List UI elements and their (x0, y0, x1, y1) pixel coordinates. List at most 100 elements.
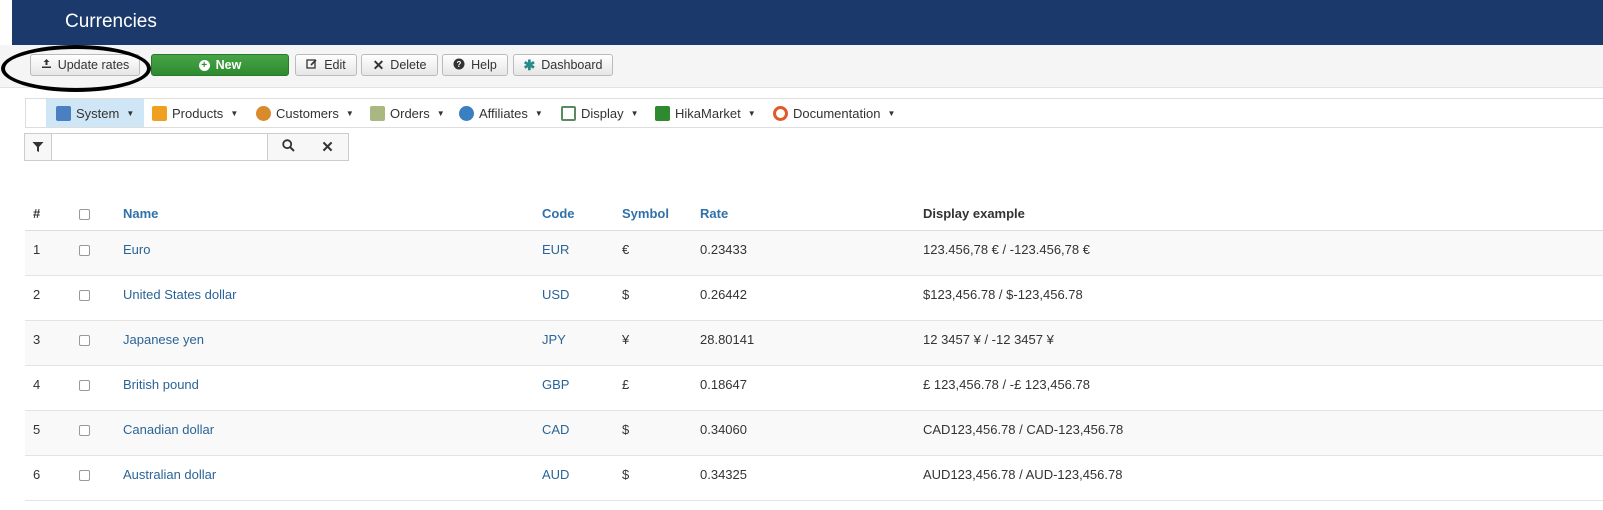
menu-item-hikamarket[interactable]: HikaMarket ▼ (655, 99, 756, 127)
menu-item-label: Customers (276, 105, 339, 121)
table-row: 2 United States dollar USD $0.26442 $123,456… (25, 276, 1603, 321)
dashboard-button[interactable]: ✱ Dashboard (513, 54, 613, 76)
caret-down-icon: ▼ (126, 108, 135, 118)
search-button[interactable] (267, 134, 309, 160)
currency-rate: 0.18647 (700, 377, 747, 392)
table-body: 1 Euro EUR €0.23433 123.456,78 € / -123.456,… (25, 231, 1603, 501)
edit-button[interactable]: Edit (295, 54, 357, 76)
currency-symbol: $ (622, 422, 630, 437)
table-row: 3 Japanese yen JPY ¥28.80141 12 3457 ¥ / -12… (25, 321, 1603, 366)
currency-code-link[interactable]: CAD (542, 422, 569, 437)
display-example: £ 123,456.78 / -£ 123,456.78 (923, 377, 1090, 392)
header-code[interactable]: Code (542, 206, 575, 221)
currency-rate: 0.23433 (700, 242, 747, 257)
row-number: 3 (33, 332, 41, 347)
currency-name-link[interactable]: British pound (123, 377, 199, 392)
row-number: 4 (33, 377, 41, 392)
row-checkbox[interactable] (79, 425, 90, 436)
close-icon: ✕ (321, 139, 334, 156)
caret-down-icon: ▼ (534, 108, 543, 118)
caret-down-icon: ▼ (345, 108, 354, 118)
help-icon: ? (453, 58, 465, 73)
currency-code-link[interactable]: AUD (542, 467, 569, 482)
row-checkbox[interactable] (79, 470, 90, 481)
currency-rate: 28.80141 (700, 332, 755, 347)
header-name[interactable]: Name (123, 206, 158, 221)
currency-code-link[interactable]: JPY (542, 332, 566, 347)
menu-item-display[interactable]: Display ▼ (561, 99, 639, 127)
menu-item-products[interactable]: Products ▼ (152, 99, 238, 127)
currency-code-link[interactable]: USD (542, 287, 569, 302)
currency-rate: 0.34060 (700, 422, 747, 437)
currency-symbol: £ (622, 377, 630, 392)
menu-item-label: Products (172, 105, 224, 121)
header-rate[interactable]: Rate (700, 206, 728, 221)
menu-item-label: Orders (390, 105, 430, 121)
table-row: 6 Australian dollar AUD $0.34325 AUD123,456.… (25, 456, 1603, 501)
menu-item-label: System (76, 105, 120, 121)
row-checkbox[interactable] (79, 245, 90, 256)
currency-name-link[interactable]: Euro (123, 242, 150, 257)
delete-label: Delete (390, 58, 427, 72)
upload-icon (41, 58, 52, 72)
currencies-table: # Name Code Symbol Rate Display example … (25, 200, 1603, 501)
currency-symbol: € (622, 242, 630, 257)
clipboard-icon (370, 105, 385, 121)
menu-item-affiliates[interactable]: Affiliates ▼ (459, 99, 543, 127)
row-checkbox[interactable] (79, 335, 90, 346)
asterisk-icon: ✱ (523, 56, 536, 73)
help-label: Help (471, 58, 497, 72)
update-rates-label: Update rates (57, 58, 130, 72)
currency-rate: 0.26442 (700, 287, 747, 302)
box-icon (152, 105, 167, 121)
users-icon (256, 105, 271, 121)
delete-button[interactable]: ✕ Delete (361, 54, 438, 76)
asterisk-icon (655, 105, 670, 121)
menu-item-label: Affiliates (479, 105, 528, 121)
page-header: Currencies (12, 0, 1603, 45)
row-number: 6 (33, 467, 41, 482)
filter-icon[interactable] (25, 134, 52, 160)
currency-name-link[interactable]: Canadian dollar (123, 422, 214, 437)
clear-filter-button[interactable]: ✕ (307, 134, 348, 160)
filter-bar: ✕ (24, 133, 349, 161)
currency-code-link[interactable]: GBP (542, 377, 569, 392)
row-checkbox[interactable] (79, 290, 90, 301)
table-row: 5 Canadian dollar CAD $0.34060 CAD123,456.78… (25, 411, 1603, 456)
main-menu: System ▼ Products ▼ Customers ▼ Orders ▼ Aff… (25, 98, 1603, 128)
wrench-icon (56, 105, 71, 121)
header-num: # (33, 206, 41, 221)
svg-text:?: ? (457, 60, 462, 69)
currency-name-link[interactable]: Japanese yen (123, 332, 204, 347)
caret-down-icon: ▼ (630, 108, 639, 118)
menu-item-documentation[interactable]: Documentation ▼ (773, 99, 895, 127)
filter-search-input[interactable] (52, 134, 293, 160)
page-title: Currencies (65, 11, 157, 32)
caret-down-icon: ▼ (747, 108, 756, 118)
display-example: AUD123,456.78 / AUD-123,456.78 (923, 467, 1123, 482)
menu-item-label: Documentation (793, 105, 881, 121)
header-symbol[interactable]: Symbol (622, 206, 669, 221)
caret-down-icon: ▼ (230, 108, 239, 118)
display-example: $123,456.78 / $-123,456.78 (923, 287, 1083, 302)
display-example: 123.456,78 € / -123.456,78 € (923, 242, 1090, 257)
menu-item-customers[interactable]: Customers ▼ (256, 99, 354, 127)
dashboard-label: Dashboard (541, 58, 603, 72)
currency-name-link[interactable]: United States dollar (123, 287, 236, 302)
menu-item-system[interactable]: System ▼ (46, 99, 145, 127)
menu-item-orders[interactable]: Orders ▼ (370, 99, 445, 127)
menu-item-label: Display (581, 105, 624, 121)
row-checkbox[interactable] (79, 380, 90, 391)
plus-circle-icon: + (198, 59, 210, 71)
new-button[interactable]: + New (151, 54, 289, 76)
caret-down-icon: ▼ (887, 108, 896, 118)
edit-label: Edit (324, 58, 346, 72)
update-rates-button[interactable]: Update rates (30, 54, 140, 76)
currency-name-link[interactable]: Australian dollar (123, 467, 216, 482)
monitor-icon (561, 105, 576, 121)
select-all-checkbox[interactable] (79, 209, 90, 220)
help-button[interactable]: ? Help (442, 54, 508, 76)
search-icon (281, 139, 295, 155)
row-number: 1 (33, 242, 41, 257)
currency-code-link[interactable]: EUR (542, 242, 569, 257)
